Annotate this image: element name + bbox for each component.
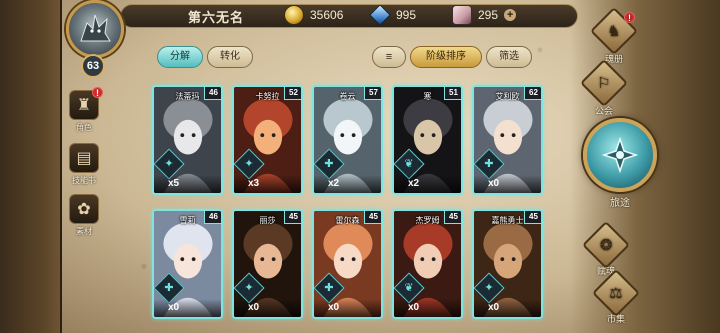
talent-swirl-icon: ❂ [581,220,631,270]
hero-card[interactable]: 艾利欧 62 ✚ x0 [472,85,543,195]
handbook-alert-icon: ! [624,12,635,23]
player-name: 第六无名 [188,10,245,25]
hero-level: 45 [364,211,381,224]
hero-card[interactable]: 丽莎 45 ✦ x0 [232,209,303,319]
sort-list-button[interactable]: ≡ [372,46,406,68]
handbook-label: 魂册 [604,54,623,64]
player-avatar[interactable] [66,0,124,58]
hero-card[interactable]: 卷云 57 ✚ x2 [312,85,383,195]
right-nav-handbook[interactable]: ♞ 魂册 ! [588,6,640,65]
hero-level: 45 [284,211,301,224]
guild-label: 公会 [594,106,613,116]
hero-count: x0 [234,299,301,317]
left-nav-skill-book-label: 技能书 [72,176,96,185]
hero-count: x3 [234,175,301,193]
left-nav-character-label: 角色 [76,123,92,132]
stone-value: 295 [478,8,499,22]
hero-card[interactable]: 嘉熊勇士 45 ✦ x0 [472,209,543,319]
blue-crystal-icon [369,4,391,26]
left-frame [0,0,62,333]
left-nav-skill-book[interactable]: ▤ 技能书 [64,143,104,193]
hero-level: 62 [524,87,541,100]
player-level-badge: 63 [81,54,105,78]
journey-emblem-icon [583,118,657,192]
guild-icon: ⚐ [579,58,629,108]
hero-count: x0 [474,175,541,193]
material-fox-icon: ✿ [69,194,99,224]
pink-stone-icon [452,5,472,25]
right-nav-market[interactable]: ⚖ 市集 [590,268,642,325]
hero-count: x2 [314,175,381,193]
gold-coin-icon [284,5,304,25]
hero-count: x0 [154,299,221,317]
hero-card[interactable]: 卡努拉 52 ✦ x3 [232,85,303,195]
left-nav-character[interactable]: ♜ 角色 ! [64,87,104,140]
hero-card[interactable]: 法蒂玛 46 ✦ x5 [152,85,223,195]
hero-count: x0 [394,299,461,317]
sort-order-button[interactable]: 阶级排序 [410,46,482,68]
character-alert-icon: ! [92,87,103,98]
right-nav-guild[interactable]: ⚐ 公会 [578,58,630,117]
dragon-portrait-icon [80,14,111,42]
hero-level: 57 [364,87,381,100]
hero-count: x0 [314,299,381,317]
stone-resource[interactable]: 295 + [452,5,517,25]
game-screen: 第六无名 35606 995 295 + 63 ♜ 角色 ! ▤ 技能书 ✿ 素… [0,0,720,333]
market-icon: ⚖ [591,268,641,318]
left-nav-material-label: 素材 [76,227,92,236]
hero-level: 46 [204,87,221,100]
hero-card[interactable]: 寒 51 ❦ x2 [392,85,463,195]
hero-level: 51 [444,87,461,100]
skill-book-icon: ▤ [69,143,99,173]
crystal-resource[interactable]: 995 [369,4,417,26]
gold-resource[interactable]: 35606 [284,5,343,25]
hero-count: x0 [474,299,541,317]
journey-label: 旅途 [610,198,630,209]
hero-card[interactable]: 雪莉 46 ✚ x0 [152,209,223,319]
sort-list-icon: ≡ [385,51,393,63]
right-nav-talent[interactable]: ❂ 赋魂 [580,220,632,277]
hero-count: x2 [394,175,461,193]
hero-card[interactable]: 雷尔森 45 ✚ x0 [312,209,383,319]
hero-card[interactable]: 杰罗姆 45 ❦ x0 [392,209,463,319]
right-nav-journey[interactable]: 旅途 [578,118,662,209]
tab-decompose[interactable]: 分解 [157,46,203,68]
hero-level: 52 [284,87,301,100]
left-nav-material[interactable]: ✿ 素材 [64,194,104,244]
hero-count: x5 [154,175,221,193]
filter-button[interactable]: 筛选 [486,46,532,68]
tab-transform[interactable]: 转化 [207,46,253,68]
crystal-value: 995 [396,8,417,22]
hero-level: 45 [524,211,541,224]
hero-level: 45 [444,211,461,224]
add-stone-button[interactable]: + [504,9,517,21]
hero-level: 46 [204,211,221,224]
gold-value: 35606 [310,8,344,22]
